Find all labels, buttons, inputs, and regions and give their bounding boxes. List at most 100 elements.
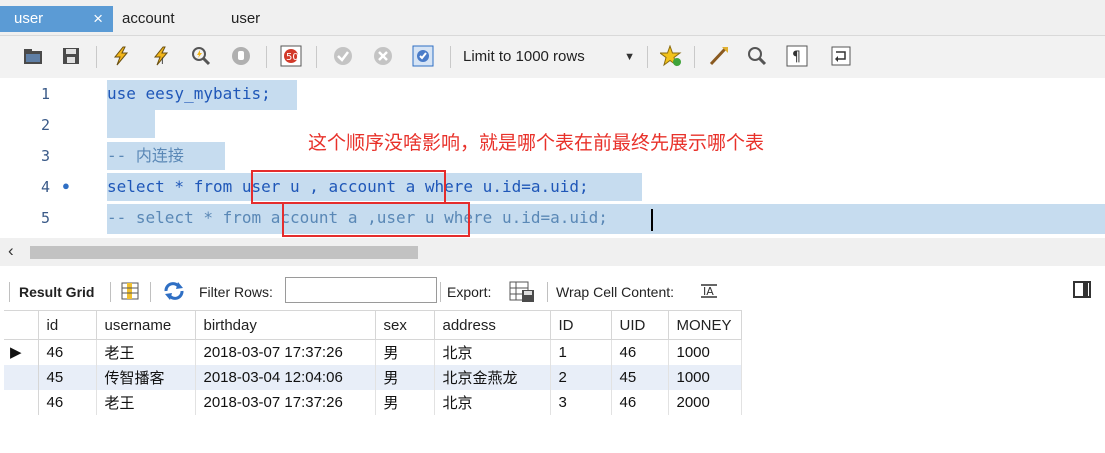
cell[interactable]: 45 — [38, 364, 97, 390]
table-row[interactable]: ▶ 46 老王 2018-03-07 17:37:26 男 北京 1 46 10… — [4, 339, 742, 365]
find-icon[interactable] — [746, 45, 768, 67]
annotation-box — [282, 202, 470, 237]
toolbar-separator — [110, 282, 111, 302]
add-snippet-icon[interactable] — [660, 45, 682, 67]
execute-current-icon[interactable]: I — [150, 45, 172, 67]
cell[interactable]: 1000 — [668, 339, 742, 365]
export-label: Export: — [447, 284, 492, 300]
cell[interactable]: 北京 — [434, 339, 551, 365]
svg-text:50: 50 — [286, 52, 299, 63]
toolbar-separator — [96, 46, 97, 68]
tab-label: user — [14, 10, 44, 27]
annotation-box — [251, 170, 446, 204]
toolbar-separator — [150, 282, 151, 302]
table-row[interactable]: 45 传智播客 2018-03-04 12:04:06 男 北京金燕龙 2 45… — [4, 364, 742, 390]
selection-highlight — [107, 110, 117, 138]
cell[interactable]: 传智播客 — [96, 364, 196, 390]
invisible-chars-icon[interactable]: ¶ — [786, 45, 808, 67]
result-toolbar: Result Grid Filter Rows: Export: Wrap Ce… — [0, 266, 1105, 309]
result-grid: id username birthday sex address ID UID … — [4, 310, 742, 415]
cell[interactable]: 3 — [550, 389, 612, 415]
line-number: 1 — [40, 85, 50, 103]
wrap-icon[interactable] — [830, 45, 852, 67]
explain-icon[interactable] — [190, 45, 212, 67]
mysql-workbench-window: user × account user I 50 ¶ Limit to 1000… — [0, 0, 1105, 453]
line-number: 5 — [40, 209, 50, 227]
cell[interactable]: 男 — [375, 364, 435, 390]
toolbar-separator — [9, 282, 10, 302]
toolbar-separator — [694, 46, 695, 68]
code-line-3[interactable]: -- 内连接 — [107, 145, 184, 167]
text-caret — [651, 209, 653, 231]
rollback-icon[interactable] — [372, 45, 394, 67]
close-icon[interactable]: × — [93, 6, 103, 32]
cell[interactable]: 46 — [611, 389, 669, 415]
cell[interactable]: 2 — [550, 364, 612, 390]
toolbar-separator — [316, 46, 317, 68]
wrap-cell-icon[interactable]: IA — [700, 282, 718, 303]
cell[interactable]: 北京金燕龙 — [434, 364, 551, 390]
result-grid-tab[interactable]: Result Grid — [19, 284, 94, 300]
commit-icon[interactable] — [332, 45, 354, 67]
column-header[interactable]: UID — [611, 310, 669, 340]
toggle-error-icon[interactable]: 50 — [280, 45, 302, 67]
limit-rows-value: Limit to 1000 rows — [463, 48, 585, 65]
cell[interactable]: 2018-03-07 17:37:26 — [195, 339, 376, 365]
scroll-left-icon[interactable]: ‹ — [8, 241, 14, 261]
tab-account[interactable]: account — [122, 6, 175, 32]
code-line-1[interactable]: use eesy_mybatis; — [107, 83, 271, 105]
cell[interactable]: 2018-03-07 17:37:26 — [195, 389, 376, 415]
column-header[interactable]: MONEY — [668, 310, 742, 340]
toolbar-separator — [647, 46, 648, 68]
current-row-icon: ▶ — [4, 339, 39, 365]
row-header — [4, 364, 39, 390]
cell[interactable]: 45 — [611, 364, 669, 390]
tab-label: user — [231, 10, 261, 27]
svg-text:I: I — [161, 57, 164, 66]
grid-layout-icon[interactable] — [120, 281, 140, 304]
toolbar-separator — [266, 46, 267, 68]
cell[interactable]: 46 — [38, 339, 97, 365]
beautify-icon[interactable] — [708, 45, 730, 67]
open-folder-icon[interactable] — [22, 45, 44, 67]
cell[interactable]: 1000 — [668, 364, 742, 390]
statement-marker-icon[interactable]: ● — [62, 178, 70, 193]
filter-rows-input[interactable] — [285, 277, 437, 303]
chevron-down-icon: ▼ — [624, 51, 635, 63]
cell[interactable]: 1 — [550, 339, 612, 365]
cell[interactable]: 男 — [375, 389, 435, 415]
row-header — [4, 389, 39, 415]
export-icon[interactable] — [508, 279, 536, 306]
save-icon[interactable] — [60, 45, 82, 67]
side-panel-toggle-icon[interactable] — [1073, 281, 1091, 298]
column-header[interactable]: id — [38, 310, 97, 340]
column-header[interactable]: address — [434, 310, 551, 340]
scroll-thumb[interactable] — [30, 246, 418, 259]
column-header[interactable]: username — [96, 310, 196, 340]
cell[interactable]: 2018-03-04 12:04:06 — [195, 364, 376, 390]
cell[interactable]: 老王 — [96, 389, 196, 415]
column-header[interactable]: birthday — [195, 310, 376, 340]
wrap-cell-label: Wrap Cell Content: — [556, 284, 675, 300]
table-row[interactable]: 46 老王 2018-03-07 17:37:26 男 北京 3 46 2000 — [4, 389, 742, 415]
cell[interactable]: 2000 — [668, 389, 742, 415]
line-number: 3 — [40, 147, 50, 165]
horizontal-scrollbar[interactable]: ‹ — [0, 238, 1105, 266]
execute-icon[interactable] — [110, 45, 132, 67]
toolbar-separator — [440, 282, 441, 302]
column-header[interactable]: ID — [550, 310, 612, 340]
svg-text:IA: IA — [703, 285, 714, 298]
tab-user-active[interactable]: user × — [0, 6, 113, 32]
tab-user[interactable]: user — [231, 6, 260, 32]
cell[interactable]: 老王 — [96, 339, 196, 365]
stop-icon[interactable] — [230, 45, 252, 67]
autocommit-icon[interactable] — [412, 45, 434, 67]
column-header[interactable]: sex — [375, 310, 435, 340]
limit-rows-select[interactable]: Limit to 1000 rows ▼ — [459, 44, 639, 70]
filter-rows-label: Filter Rows: — [199, 284, 273, 300]
cell[interactable]: 男 — [375, 339, 435, 365]
cell[interactable]: 北京 — [434, 389, 551, 415]
cell[interactable]: 46 — [38, 389, 97, 415]
cell[interactable]: 46 — [611, 339, 669, 365]
refresh-icon[interactable] — [162, 281, 186, 304]
